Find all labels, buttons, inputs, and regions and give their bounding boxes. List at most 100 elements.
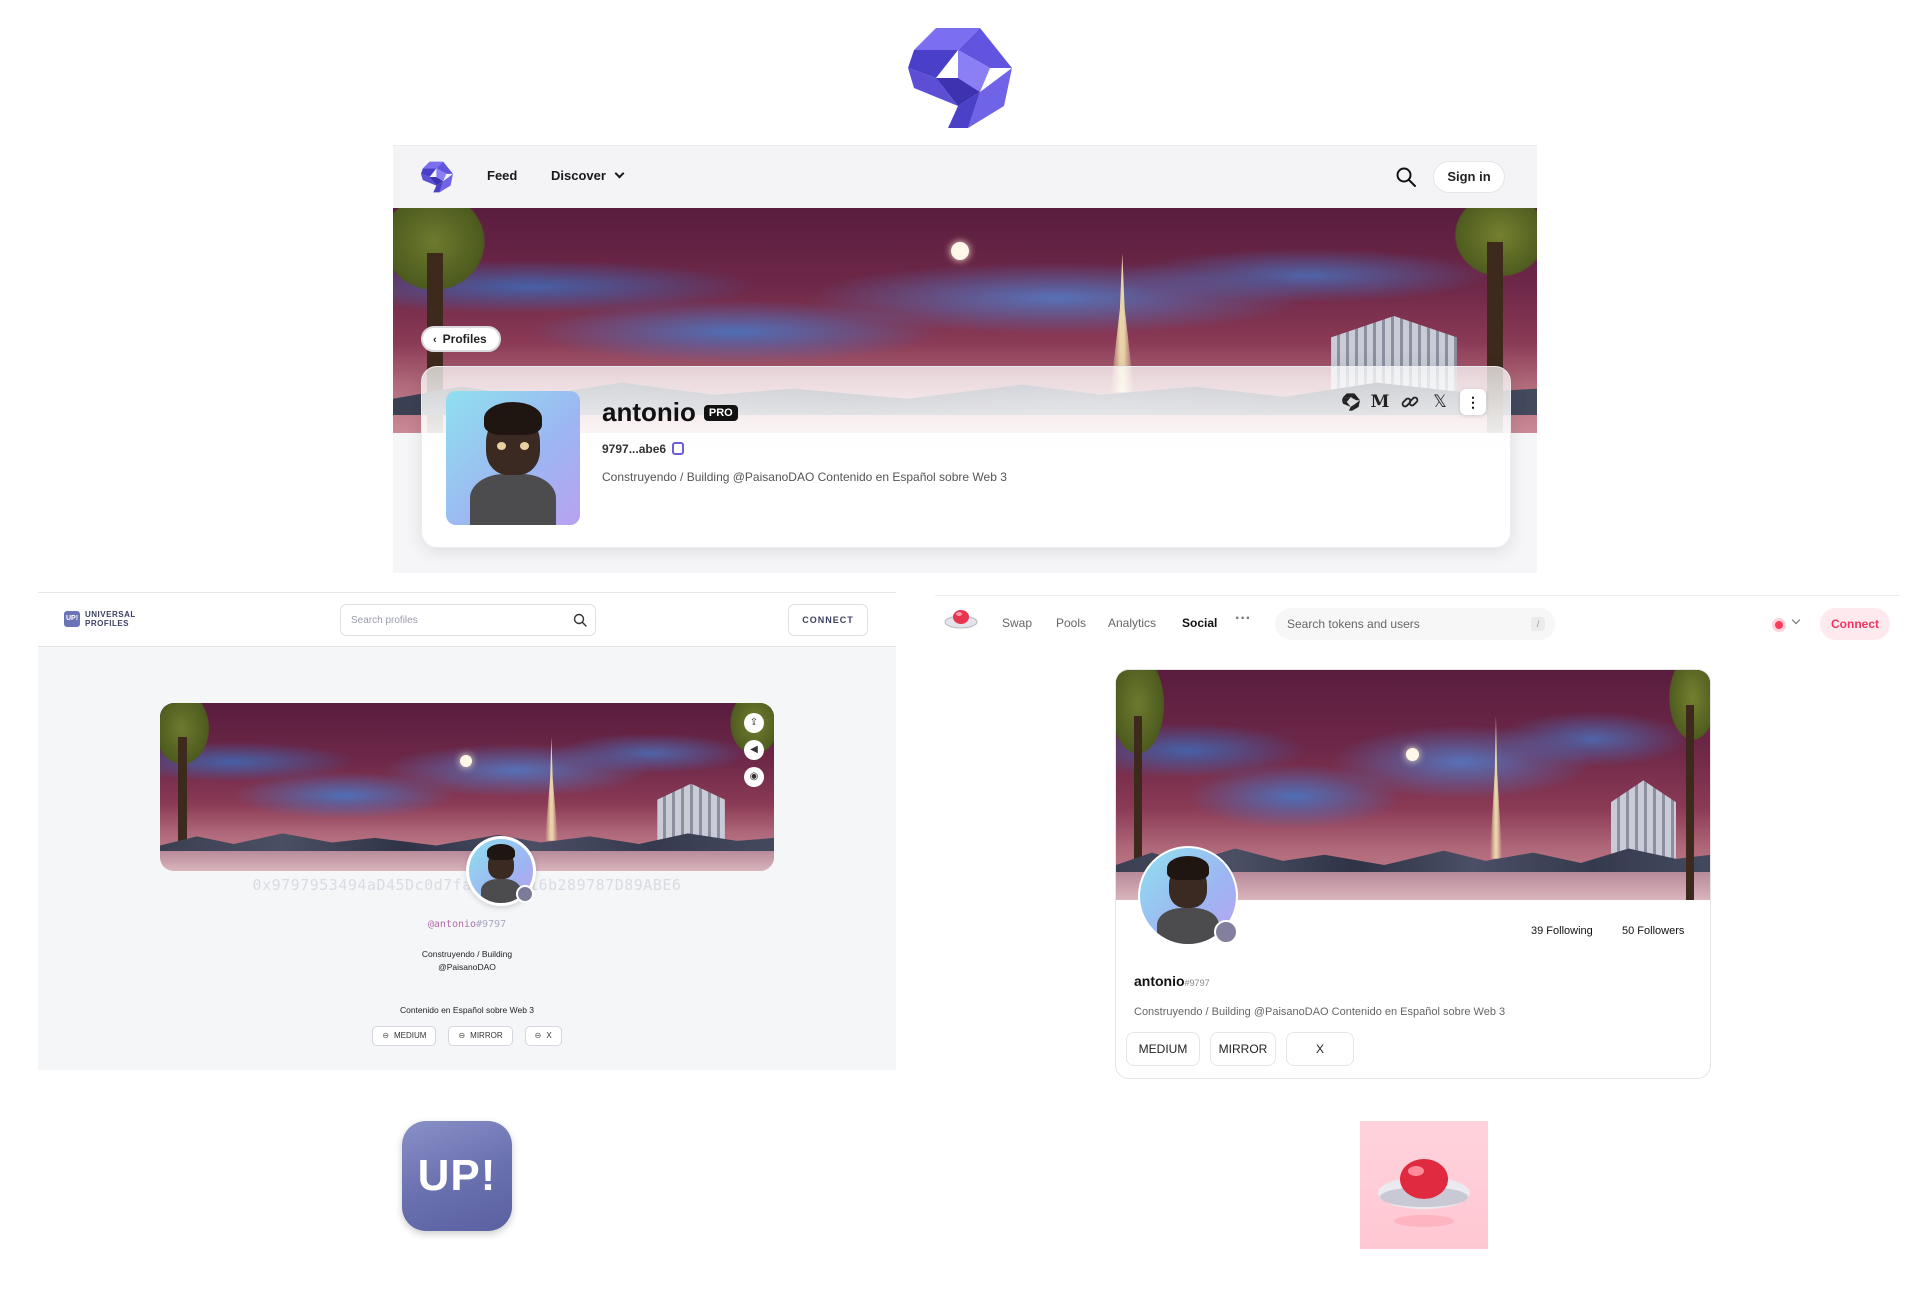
nav-analytics[interactable]: Analytics <box>1108 616 1156 630</box>
banner-tower <box>1489 716 1503 859</box>
universal-profiles-app-icon: UP! <box>402 1121 512 1231</box>
nav-swap[interactable]: Swap <box>1002 616 1032 630</box>
profile-bio-line-3: Contenido en Español sobre Web 3 <box>399 1005 535 1015</box>
bio-line-1: Construyendo / Building <box>421 949 513 959</box>
common-profile-panel: Feed Discover Sign in ‹ Profiles antonio P… <box>393 145 1537 573</box>
profile-bio: Construyendo / Building @PaisanoDAO Cont… <box>1134 1006 1506 1018</box>
avatar-body <box>470 474 556 525</box>
x-icon[interactable]: 𝕏 <box>1430 392 1450 412</box>
ufo-app-icon <box>1360 1121 1488 1249</box>
avatar-eye <box>519 441 530 450</box>
nav-social[interactable]: Social <box>1182 616 1217 630</box>
following-count[interactable]: 39 Following <box>1531 925 1593 937</box>
bio-line-2: @PaisanoDAO <box>438 962 496 972</box>
link-x[interactable]: X <box>1286 1032 1354 1066</box>
common-logo-icon <box>908 28 1012 128</box>
profile-handle: @antonio#9797 <box>38 919 896 930</box>
universal-profiles-panel: UP! UNIVERSALPROFILES CONNECT ⇪ ◀ ◉ 0x97… <box>38 592 896 1070</box>
brand-line-2: PROFILES <box>85 619 130 628</box>
sign-in-button[interactable]: Sign in <box>1433 161 1505 193</box>
profile-banner: ⇪ ◀ ◉ <box>160 703 774 871</box>
nav-discover-dropdown[interactable]: Discover <box>551 168 625 183</box>
link-icon: ⊖ <box>534 1031 542 1040</box>
network-selector-icon[interactable] <box>1772 618 1786 632</box>
link-mirror[interactable]: ⊖ MIRROR <box>448 1026 513 1046</box>
chevron-down-icon[interactable] <box>1791 615 1801 625</box>
ufo-icon <box>1378 1159 1470 1227</box>
brand-name: UNIVERSAL PROFILES <box>85 610 136 628</box>
back-to-profiles-button[interactable]: ‹ Profiles <box>421 326 501 352</box>
link-icon: ⊖ <box>458 1031 466 1040</box>
chevron-down-icon <box>614 168 625 179</box>
link-icon: ⊖ <box>382 1031 390 1040</box>
avatar-hair <box>486 844 516 861</box>
ufo-logo-icon[interactable] <box>943 604 979 634</box>
more-nav-icon[interactable]: ··· <box>1235 610 1251 628</box>
avatar-hair <box>1166 855 1210 880</box>
social-links: M 𝕏 ⋮ <box>1342 389 1486 415</box>
connect-button[interactable]: CONNECT <box>788 604 868 636</box>
profile-name: antonio <box>602 397 696 427</box>
banner-tower <box>544 736 558 841</box>
copy-icon[interactable] <box>672 442 685 455</box>
profile-name-hash: #9797 <box>1184 978 1210 988</box>
nav-pools[interactable]: Pools <box>1056 616 1086 630</box>
back-label: Profiles <box>442 332 487 346</box>
handle-hash: #9797 <box>476 919 507 930</box>
profile-bio: Construyendo / Building @PaisanoDAO <box>38 948 896 974</box>
banner-trunk-right <box>1685 704 1695 900</box>
connect-button[interactable]: Connect <box>1820 608 1890 640</box>
chevron-left-icon: ‹ <box>433 334 437 346</box>
followers-count[interactable]: 50 Followers <box>1622 925 1684 937</box>
profile-bio: Construyendo / Building @PaisanoDAO Cont… <box>602 470 1007 484</box>
more-options-button[interactable]: ⋮ <box>1460 389 1486 415</box>
link-mirror[interactable]: MIRROR <box>1210 1032 1276 1066</box>
banner-temple <box>657 783 725 841</box>
handle-name: @antonio <box>427 919 477 930</box>
profile-card: 39 Following 50 Followers antonio#9797 C… <box>1115 669 1711 1079</box>
profile-links: ⊖ MEDIUM ⊖ MIRROR ⊖ X <box>38 1026 896 1046</box>
common-logo-icon[interactable] <box>1342 393 1360 411</box>
top-nav: Feed Discover Sign in <box>393 146 1537 208</box>
pro-badge: PRO <box>703 405 738 421</box>
avatar-body <box>1157 907 1219 944</box>
nav-discover-label: Discover <box>551 168 606 183</box>
profile-badge-icon <box>1214 920 1238 944</box>
brand-line-1: UNIVERSAL <box>85 610 136 619</box>
common-logo-icon[interactable] <box>421 161 453 193</box>
search-box <box>340 604 596 636</box>
link-label: X <box>546 1031 552 1040</box>
medium-icon[interactable]: M <box>1370 392 1390 412</box>
search-icon[interactable] <box>1395 166 1417 188</box>
volume-icon[interactable]: ◀ <box>744 740 764 760</box>
link-medium[interactable]: ⊖ MEDIUM <box>372 1026 437 1046</box>
nav-feed-link[interactable]: Feed <box>487 168 517 183</box>
wallet-address-row: 9797...abe6 <box>602 440 685 456</box>
search-input[interactable] <box>341 605 561 635</box>
up-logo-icon[interactable]: UP! <box>64 611 80 627</box>
profile-name: antonio <box>1134 973 1185 989</box>
profile-name-row: antonio PRO <box>602 397 738 428</box>
upload-icon[interactable]: ⇪ <box>744 713 764 733</box>
profile-badge-icon <box>516 885 534 903</box>
link-x[interactable]: ⊖ X <box>524 1026 562 1046</box>
search-box: / <box>1275 608 1555 640</box>
uniswap-profile-panel: Swap Pools Analytics Social ··· / Connec… <box>935 595 1900 1085</box>
search-input[interactable] <box>1275 608 1515 640</box>
banner-moon <box>460 755 472 767</box>
link-label: MEDIUM <box>394 1031 427 1040</box>
profile-card: antonio PRO 9797...abe6 Construyendo / Bu… <box>421 366 1511 548</box>
search-icon[interactable] <box>573 613 587 627</box>
link-medium[interactable]: MEDIUM <box>1126 1032 1200 1066</box>
profile-links: MEDIUM MIRROR X <box>1126 1032 1354 1066</box>
link-label: MIRROR <box>470 1031 503 1040</box>
banner-moon <box>951 242 969 260</box>
wallet-address: 9797...abe6 <box>602 442 667 456</box>
chat-icon[interactable]: ◉ <box>744 767 764 787</box>
search-shortcut-hint: / <box>1531 617 1545 631</box>
avatar-hair <box>483 401 543 436</box>
banner-moon <box>1406 748 1419 761</box>
profile-name-row: antonio#9797 <box>1134 973 1210 989</box>
link-icon[interactable] <box>1400 392 1420 412</box>
avatar <box>446 391 580 525</box>
